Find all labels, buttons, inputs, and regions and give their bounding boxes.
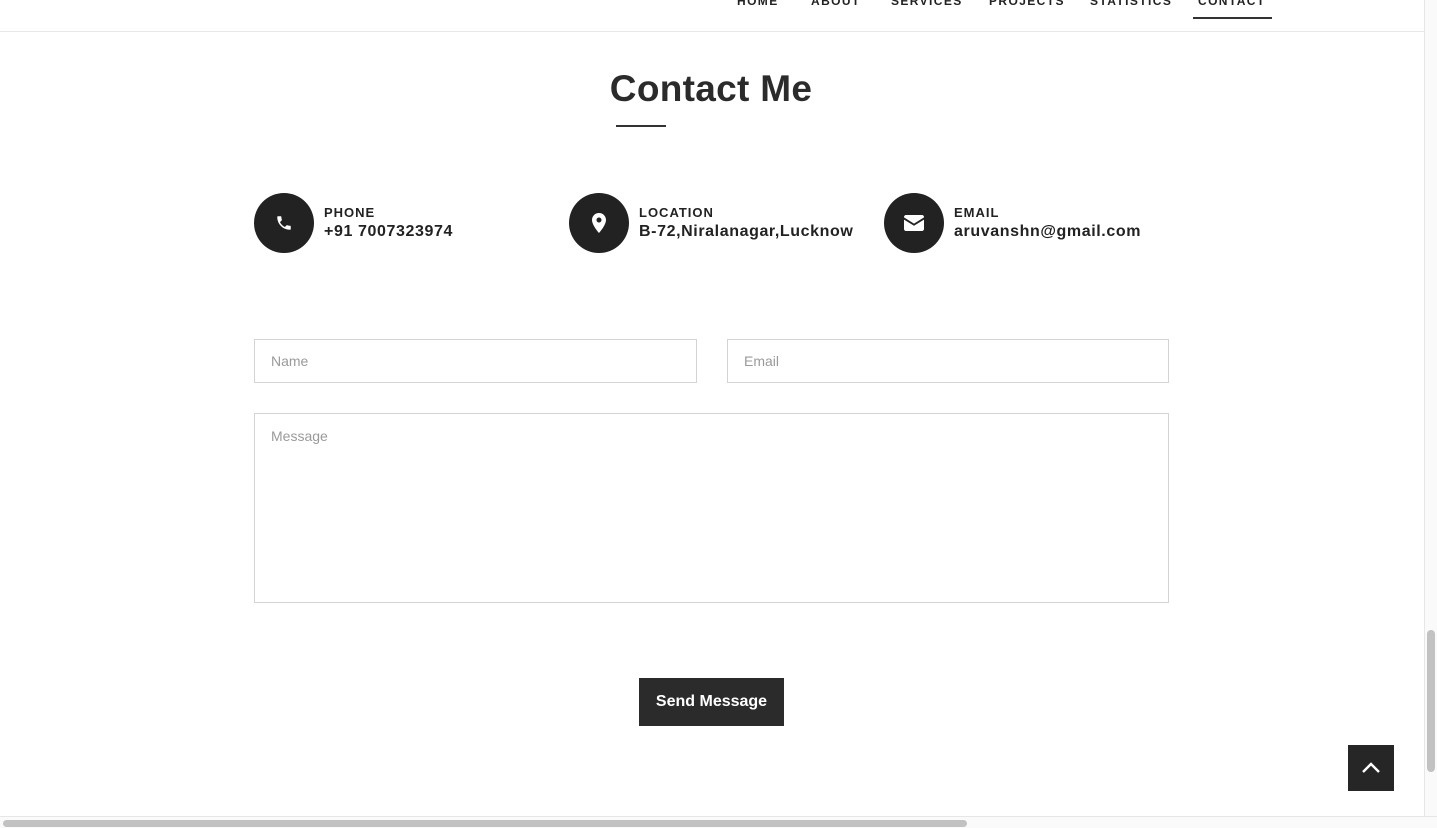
section-title: Contact Me [609, 68, 813, 109]
nav-item-services[interactable]: SERVICES [891, 0, 963, 18]
vertical-scrollbar-thumb[interactable] [1427, 630, 1435, 772]
phone-value: +91 7007323974 [324, 223, 453, 240]
map-marker-icon [569, 193, 629, 253]
send-message-button[interactable]: Send Message [639, 678, 784, 726]
nav-item-contact[interactable]: CONTACT [1193, 0, 1272, 19]
message-textarea[interactable] [254, 413, 1169, 603]
nav-item-statistics[interactable]: STATISTICS [1090, 0, 1172, 18]
nav-item-about[interactable]: ABOUT [811, 0, 861, 18]
title-underline [616, 125, 666, 127]
nav-item-projects[interactable]: PROJECTS [989, 0, 1065, 18]
email-value: aruvanshn@gmail.com [954, 223, 1142, 240]
chevron-up-icon [1362, 762, 1380, 773]
envelope-icon [884, 193, 944, 253]
name-input[interactable] [254, 339, 697, 383]
horizontal-scrollbar-thumb[interactable] [3, 820, 967, 827]
location-value: B-72,Niralanagar,Lucknow [639, 223, 854, 240]
nav-item-home[interactable]: HOME [737, 0, 779, 18]
email-input[interactable] [727, 339, 1169, 383]
phone-icon [254, 193, 314, 253]
top-navbar: HOME ABOUT SERVICES PROJECTS STATISTICS … [0, 0, 1424, 32]
phone-label: PHONE [324, 205, 376, 220]
location-label: LOCATION [639, 205, 714, 220]
back-to-top-button[interactable] [1348, 745, 1394, 791]
page: HOME ABOUT SERVICES PROJECTS STATISTICS … [0, 0, 1437, 828]
email-label: EMAIL [954, 205, 1000, 220]
